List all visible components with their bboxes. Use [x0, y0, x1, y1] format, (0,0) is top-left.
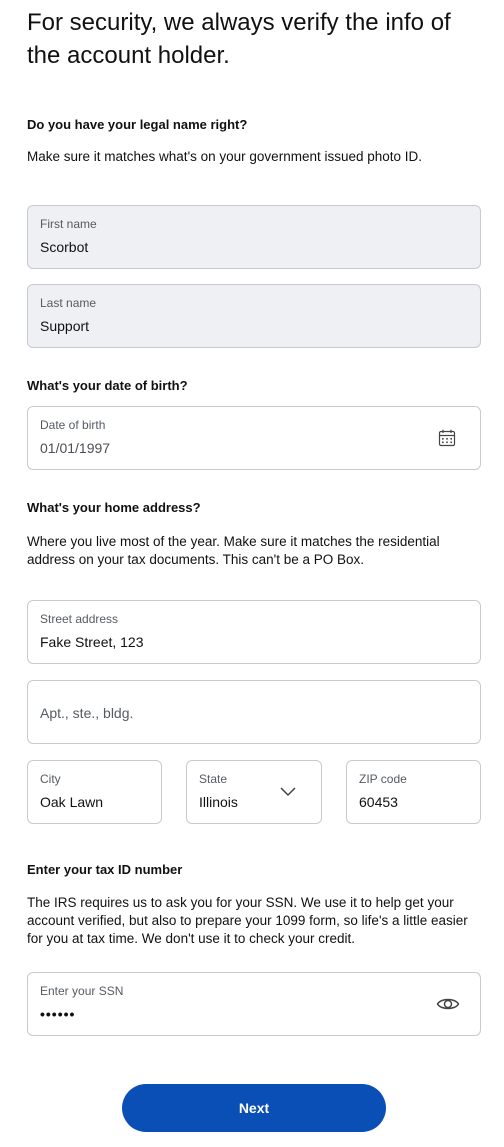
zip-code-field[interactable]: ZIP code 60453 — [346, 760, 481, 824]
state-select[interactable]: State Illinois — [186, 760, 322, 824]
tax-id-heading: Enter your tax ID number — [27, 862, 183, 877]
ssn-label: Enter your SSN — [40, 984, 124, 998]
dob-label: Date of birth — [40, 418, 106, 432]
ssn-field[interactable]: Enter your SSN •••••• — [27, 972, 481, 1036]
first-name-value: Scorbot — [40, 239, 89, 255]
apt-field[interactable]: Apt., ste., bldg. — [27, 680, 481, 744]
apt-placeholder: Apt., ste., bldg. — [40, 705, 134, 721]
eye-icon[interactable] — [436, 995, 460, 1015]
city-label: City — [40, 772, 61, 786]
legal-name-heading: Do you have your legal name right? — [27, 117, 248, 132]
legal-name-description: Make sure it matches what's on your gove… — [27, 149, 423, 164]
dob-heading: What's your date of birth? — [27, 378, 188, 393]
first-name-label: First name — [40, 217, 97, 231]
street-address-field[interactable]: Street address Fake Street, 123 — [27, 600, 481, 664]
first-name-field[interactable]: First name Scorbot — [27, 205, 481, 269]
state-label: State — [199, 772, 228, 786]
state-value: Illinois — [199, 794, 238, 810]
last-name-value: Support — [40, 318, 90, 334]
address-description: Where you live most of the year. Make su… — [27, 534, 440, 567]
zip-code-value: 60453 — [359, 794, 398, 810]
next-button[interactable]: Next — [122, 1084, 386, 1132]
ssn-value: •••••• — [40, 1006, 76, 1022]
page-title: For security, we always verify the info … — [27, 9, 451, 69]
street-address-value: Fake Street, 123 — [40, 634, 144, 650]
dob-field[interactable]: Date of birth 01/01/1997 — [27, 406, 481, 470]
calendar-icon[interactable] — [438, 429, 458, 449]
city-field[interactable]: City Oak Lawn — [27, 760, 162, 824]
street-address-label: Street address — [40, 612, 119, 626]
city-value: Oak Lawn — [40, 794, 104, 810]
chevron-down-icon[interactable] — [279, 785, 299, 805]
last-name-field[interactable]: Last name Support — [27, 284, 481, 348]
tax-id-description: The IRS requires us to ask you for your … — [27, 895, 468, 946]
dob-value: 01/01/1997 — [40, 440, 111, 456]
last-name-label: Last name — [40, 296, 97, 310]
zip-code-label: ZIP code — [359, 772, 407, 786]
address-heading: What's your home address? — [27, 500, 201, 515]
